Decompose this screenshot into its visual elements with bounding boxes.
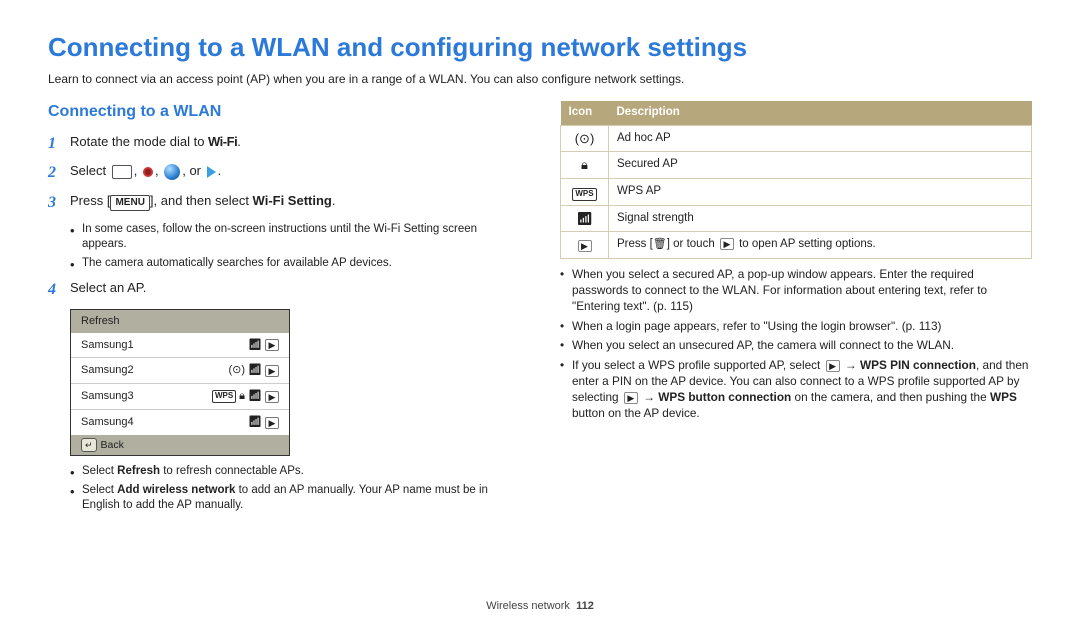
ap-list-refresh: Refresh <box>71 310 289 333</box>
ap-name: Samsung3 <box>81 389 209 404</box>
chevron-right-icon: ▶ <box>826 360 840 372</box>
mode-icon-globe <box>164 164 180 180</box>
chevron-right-icon: ▶ <box>265 417 279 429</box>
ap-list-screenshot: Refresh Samsung1 📶︎ ▶ Samsung2 (⊙) 📶︎ ▶ … <box>70 309 290 456</box>
wps-icon: WPS <box>212 390 236 403</box>
wifi-icon: Wi-Fi <box>208 134 237 149</box>
table-cell: Signal strength <box>609 205 1032 232</box>
intro-text: Learn to connect via an access point (AP… <box>48 71 1032 87</box>
step1-pre: Rotate the mode dial to <box>70 134 208 149</box>
section-heading: Connecting to a WLAN <box>48 101 520 123</box>
menu-button-icon: MENU <box>110 195 149 211</box>
ap-name: Samsung4 <box>81 415 245 430</box>
note-item: If you select a WPS profile supported AP… <box>560 358 1032 422</box>
mode-icon-rect <box>112 165 132 179</box>
step-4: 4 Select an AP. <box>48 279 520 301</box>
step3-bold: Wi-Fi Setting <box>253 193 332 208</box>
back-label: Back <box>101 438 124 452</box>
mode-icon-play <box>207 166 216 178</box>
step2-tail: , or <box>182 163 204 178</box>
table-cell: WPS AP <box>609 178 1032 205</box>
step-2: 2 Select , , , or . <box>48 162 520 184</box>
right-notes: When you select a secured AP, a pop-up w… <box>560 267 1032 422</box>
note-item: When you select an unsecured AP, the cam… <box>560 338 1032 354</box>
step1-post: . <box>237 134 241 149</box>
chevron-right-icon: ▶ <box>265 365 279 377</box>
step3-notes: In some cases, follow the on-screen inst… <box>70 222 520 272</box>
lock-icon: 🔒︎ <box>561 152 609 179</box>
step2-label: Select <box>70 163 110 178</box>
chevron-right-icon: ▶ <box>624 392 638 404</box>
ap-list-footer: ↵ Back <box>71 435 289 455</box>
step-number: 4 <box>48 279 70 301</box>
step-number: 1 <box>48 133 70 155</box>
chevron-right-icon: ▶ <box>265 391 279 403</box>
left-column: Connecting to a WLAN 1 Rotate the mode d… <box>48 101 520 521</box>
chevron-right-icon: ▶ <box>561 232 609 259</box>
step4-label: Select an AP. <box>70 279 520 297</box>
page-footer: Wireless network 112 <box>0 599 1080 614</box>
ap-row: Samsung1 📶︎ ▶ <box>71 333 289 358</box>
wifi-signal-icon: 📶︎ <box>248 415 262 430</box>
wifi-signal-icon: 📶︎ <box>248 338 262 353</box>
ap-name: Samsung1 <box>81 338 245 353</box>
note-item: Select Add wireless network to add an AP… <box>70 483 520 514</box>
trash-icon: 🗑︎ <box>653 237 667 252</box>
ap-row: Samsung4 📶︎ ▶ <box>71 409 289 435</box>
icon-description-table: Icon Description (⊙) Ad hoc AP 🔒︎ Secure… <box>560 101 1032 259</box>
step-3: 3 Press [MENU], and then select Wi-Fi Se… <box>48 192 520 214</box>
step4-notes: Select Refresh to refresh connectable AP… <box>70 464 520 514</box>
adhoc-icon: (⊙) <box>228 363 245 378</box>
wifi-signal-icon: 📶︎ <box>561 205 609 232</box>
step-1: 1 Rotate the mode dial to Wi-Fi. <box>48 133 520 155</box>
note-item: In some cases, follow the on-screen inst… <box>70 222 520 253</box>
note-item: The camera automatically searches for av… <box>70 256 520 272</box>
step3-post: . <box>332 193 336 208</box>
table-cell: Ad hoc AP <box>609 125 1032 152</box>
step-number: 3 <box>48 192 70 214</box>
wps-icon: WPS <box>561 178 609 205</box>
table-cell: Secured AP <box>609 152 1032 179</box>
table-cell: Press [🗑︎] or touch ▶ to open AP setting… <box>609 232 1032 259</box>
footer-section: Wireless network <box>486 600 570 612</box>
footer-page: 112 <box>576 600 594 612</box>
lock-icon: 🔒︎ <box>239 389 245 404</box>
ap-name: Samsung2 <box>81 363 225 378</box>
table-head-icon: Icon <box>561 101 609 125</box>
wifi-signal-icon: 📶︎ <box>248 363 262 378</box>
ap-row: Samsung2 (⊙) 📶︎ ▶ <box>71 357 289 383</box>
note-item: When you select a secured AP, a pop-up w… <box>560 267 1032 315</box>
chevron-right-icon: ▶ <box>720 238 734 250</box>
right-column: Icon Description (⊙) Ad hoc AP 🔒︎ Secure… <box>560 101 1032 521</box>
adhoc-icon: (⊙) <box>561 125 609 152</box>
step-number: 2 <box>48 162 70 184</box>
chevron-right-icon: ▶ <box>265 339 279 351</box>
table-head-desc: Description <box>609 101 1032 125</box>
step3-pre: Press [ <box>70 193 110 208</box>
step3-mid: ], and then select <box>150 193 253 208</box>
note-item: When a login page appears, refer to "Usi… <box>560 319 1032 335</box>
note-item: Select Refresh to refresh connectable AP… <box>70 464 520 480</box>
mode-icon-record <box>143 167 153 177</box>
page-title: Connecting to a WLAN and configuring net… <box>48 30 1032 65</box>
wifi-signal-icon: 📶︎ <box>248 389 262 404</box>
back-icon: ↵ <box>81 438 97 452</box>
ap-row: Samsung3 WPS 🔒︎ 📶︎ ▶ <box>71 383 289 409</box>
